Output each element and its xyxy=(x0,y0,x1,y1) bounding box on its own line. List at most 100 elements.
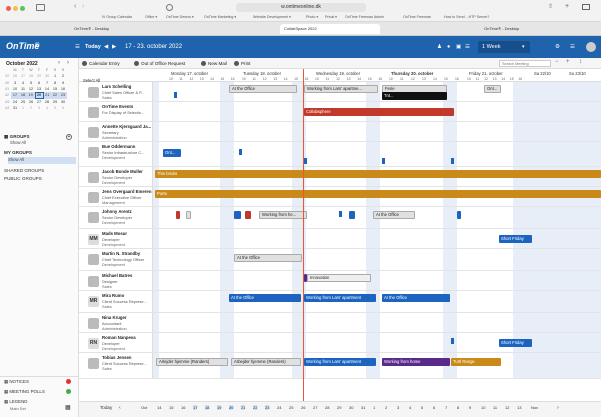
person-info[interactable]: Annette Kjersgaard Ja... Secretary Adminis… xyxy=(79,122,153,141)
minical-day[interactable]: 2 xyxy=(27,105,35,111)
sidebar-toggle-icon[interactable] xyxy=(36,4,45,11)
day-thursday[interactable]: Thursday 20. october xyxy=(391,71,433,76)
calendar-event[interactable]: Working from home xyxy=(382,358,450,366)
day-tuesday[interactable]: Tuesday 18. october xyxy=(243,71,281,76)
minical-day[interactable]: 31 xyxy=(11,105,19,111)
person-row[interactable]: Annette Kjersgaard Ja... Secretary Adminis… xyxy=(79,122,601,142)
url-bar[interactable]: w.ontimeonline.dk xyxy=(236,3,366,12)
calendar-event[interactable] xyxy=(234,211,241,219)
strip-day[interactable]: 4 xyxy=(409,405,411,410)
person-row[interactable]: At the Office Martin N. Strandby Chief Tec… xyxy=(79,249,601,271)
calendar-event[interactable]: At the Office xyxy=(382,294,450,302)
person-info[interactable]: Nina Kruger Accountant Administration xyxy=(79,313,153,332)
bookmark-3[interactable]: OnTime Marketing ▾ xyxy=(204,14,236,21)
strip-day[interactable]: 16 xyxy=(181,405,185,410)
row-timeline[interactable]: Short Friday xyxy=(153,229,601,248)
today-button[interactable]: Today xyxy=(85,42,101,52)
legend-item[interactable]: ▦ LEGEND xyxy=(4,399,27,405)
close-window-button[interactable] xyxy=(6,6,11,11)
minical-day[interactable]: 6 xyxy=(59,105,67,111)
calendar-event[interactable]: Working from Lars' apartment xyxy=(304,358,376,366)
strip-day[interactable]: 30 xyxy=(349,405,353,410)
calendar-event[interactable]: At the Office xyxy=(229,85,297,93)
group-icon[interactable]: ♟ xyxy=(437,42,442,52)
strip-day[interactable]: 14 xyxy=(157,405,161,410)
event-marker[interactable] xyxy=(239,149,242,155)
person-row[interactable]: Porto Jens Overgaard Emeren Chief Executiv… xyxy=(79,187,601,207)
minical-day[interactable]: 4 xyxy=(43,105,51,111)
person-row[interactable]: Working from he... At the Office Johnny Ar… xyxy=(79,207,601,229)
day-saturday[interactable]: Sa 22/10 xyxy=(534,71,551,76)
bookmark-2[interactable]: OnTime Demos ▾ xyxy=(166,14,194,21)
person-row[interactable]: Innovation Michael Batres Designer Sales xyxy=(79,271,601,291)
settings-icon[interactable]: ⚙ xyxy=(555,42,560,52)
strip-day[interactable]: 3 xyxy=(397,405,399,410)
minimize-window-button[interactable] xyxy=(13,6,18,11)
bookmark-8[interactable]: OnTime Freeman xyxy=(403,14,431,21)
row-timeline[interactable]: At the Office Working from Lars' apartmen… xyxy=(153,291,601,312)
person-row[interactable]: Thin bricks Jacob Bonde Muller Senior Deve… xyxy=(79,167,601,187)
strip-day[interactable]: 12 xyxy=(505,405,509,410)
prev-week-icon[interactable]: ◀ xyxy=(104,42,108,52)
event-marker[interactable] xyxy=(174,92,177,98)
row-timeline[interactable]: Collabsphere xyxy=(153,102,601,121)
bookmark-9[interactable]: How to Send ...HTP Server? xyxy=(444,14,489,21)
minical-prev-icon[interactable]: ‹ xyxy=(58,60,60,66)
strip-day[interactable]: 25 xyxy=(289,405,293,410)
strip-day[interactable]: 27 xyxy=(313,405,317,410)
calendar-event[interactable] xyxy=(176,211,180,219)
add-group-icon[interactable]: + xyxy=(66,134,72,140)
person-info[interactable]: Bue Oddermann Senior Infrastructure C... D… xyxy=(79,142,153,166)
print-button[interactable]: Print xyxy=(234,59,250,68)
row-timeline[interactable]: Short Friday xyxy=(153,333,601,352)
notices-item[interactable]: ▦ NOTICES xyxy=(4,379,29,385)
person-info[interactable]: OnTime Events For Display of Selectin... xyxy=(79,102,153,121)
minical-next-icon[interactable]: › xyxy=(67,60,69,66)
person-row[interactable]: Ont... Bue Oddermann Senior Infrastructure… xyxy=(79,142,601,167)
calendar-event[interactable]: Ont... xyxy=(484,85,501,93)
calendar-event[interactable] xyxy=(349,211,355,219)
next-week-icon[interactable]: ▶ xyxy=(112,42,116,52)
zoom-in-icon[interactable]: + xyxy=(566,59,570,65)
calendar-event[interactable] xyxy=(457,211,461,219)
strip-day[interactable]: 10 xyxy=(481,405,485,410)
calendar-event[interactable] xyxy=(186,211,191,219)
strip-day[interactable]: 17 xyxy=(193,405,198,410)
strip-day[interactable]: 15 xyxy=(169,405,173,410)
strip-day[interactable]: 5 xyxy=(421,405,423,410)
strip-day[interactable]: 20 xyxy=(229,405,234,410)
minical-week-number[interactable]: 44 xyxy=(3,105,11,111)
tab-ontime-1[interactable]: OnTime® - Desktop xyxy=(70,24,220,34)
tabs-overview-icon[interactable] xyxy=(582,4,590,10)
strip-prev-month[interactable]: Oct xyxy=(141,405,147,410)
fullscreen-icon[interactable]: ↕ xyxy=(579,59,582,65)
calendar-event[interactable]: Arbejder hjemme (Randers) xyxy=(231,358,301,366)
person-row[interactable]: Nina Kruger Accountant Administration xyxy=(79,313,601,333)
row-timeline[interactable] xyxy=(153,313,601,332)
tab-collabspace[interactable]: CollabSpace 2022 xyxy=(280,24,380,34)
person-info[interactable]: Lars Schelling Chief Sales Officer & P...… xyxy=(79,82,153,101)
strip-prev-icon[interactable]: ‹ xyxy=(119,405,121,411)
bookmark-5[interactable]: Photo ▾ xyxy=(306,14,318,21)
strip-day[interactable]: 7 xyxy=(445,405,447,410)
calendar-entry-button[interactable]: Calendar Entry xyxy=(82,59,120,68)
person-info[interactable]: Johnny Arentz Senior Developer Development xyxy=(79,207,153,228)
my-groups-show-all[interactable]: Show All xyxy=(8,157,76,164)
maximize-window-button[interactable] xyxy=(20,6,25,11)
event-marker[interactable] xyxy=(382,158,385,164)
person-row[interactable]: Collabsphere OnTime Events For Display of … xyxy=(79,102,601,122)
calendar-event[interactable]: At the Office xyxy=(229,294,301,302)
meeting-polls-item[interactable]: ▦ MEETING POLLS xyxy=(4,389,45,395)
person-row[interactable]: At the Office Working from Lars' apartme.… xyxy=(79,82,601,102)
minical-day[interactable]: 5 xyxy=(51,105,59,111)
strip-day[interactable]: 31 xyxy=(361,405,365,410)
public-groups-header[interactable]: PUBLIC GROUPS xyxy=(4,176,42,181)
menu-icon[interactable]: ☰ xyxy=(570,42,575,52)
strip-next-icon[interactable]: › xyxy=(557,405,559,411)
calendar-event[interactable]: Working from Lars' apartment xyxy=(304,294,376,302)
strip-day[interactable]: 26 xyxy=(301,405,305,410)
zoom-out-icon[interactable]: − xyxy=(555,59,559,65)
out-of-office-button[interactable]: Out of Office Request xyxy=(134,59,185,68)
strip-day[interactable]: 8 xyxy=(457,405,459,410)
row-timeline[interactable] xyxy=(153,122,601,141)
